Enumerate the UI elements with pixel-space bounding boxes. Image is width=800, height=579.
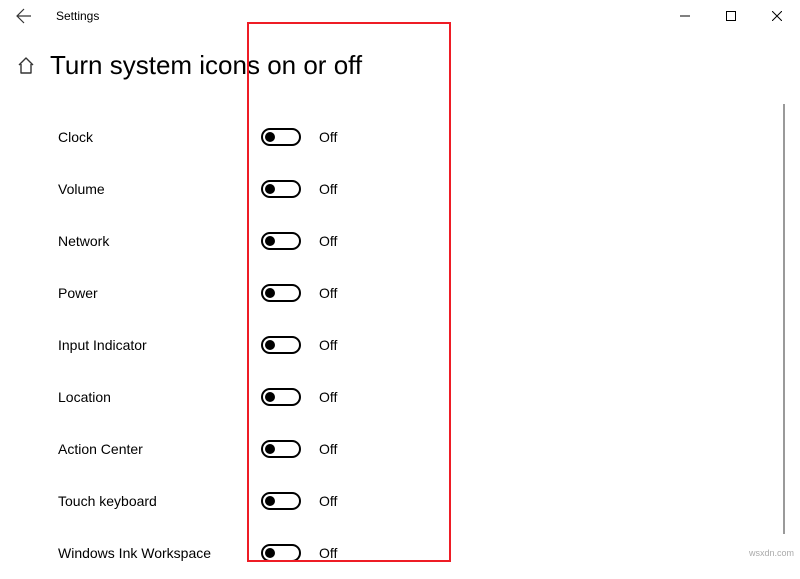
- toggle-touch-keyboard[interactable]: [261, 492, 301, 510]
- toggle-action-center[interactable]: [261, 440, 301, 458]
- toggle-knob: [265, 132, 275, 142]
- toggle-knob: [265, 444, 275, 454]
- scrollbar[interactable]: [783, 104, 785, 534]
- toggle-state: Off: [319, 181, 337, 197]
- setting-label: Network: [58, 233, 248, 249]
- page-title: Turn system icons on or off: [50, 50, 362, 81]
- toggle-state: Off: [319, 389, 337, 405]
- toggle-knob: [265, 392, 275, 402]
- setting-label: Location: [58, 389, 248, 405]
- window-controls: [662, 0, 800, 32]
- toggle-knob: [265, 184, 275, 194]
- toggle-power[interactable]: [261, 284, 301, 302]
- toggle-state: Off: [319, 337, 337, 353]
- watermark: wsxdn.com: [749, 548, 794, 558]
- settings-list: Clock Off Volume Off Network Off Power O…: [0, 81, 800, 579]
- toggle-volume[interactable]: [261, 180, 301, 198]
- toggle-input-indicator[interactable]: [261, 336, 301, 354]
- toggle-state: Off: [319, 545, 337, 561]
- setting-row: Touch keyboard Off: [58, 475, 800, 527]
- toggle-state: Off: [319, 233, 337, 249]
- toggle-clock[interactable]: [261, 128, 301, 146]
- setting-row: Clock Off: [58, 111, 800, 163]
- setting-label: Input Indicator: [58, 337, 248, 353]
- toggle-knob: [265, 548, 275, 558]
- page-header: Turn system icons on or off: [0, 32, 800, 81]
- minimize-button[interactable]: [662, 0, 708, 32]
- toggle-state: Off: [319, 441, 337, 457]
- setting-label: Touch keyboard: [58, 493, 248, 509]
- toggle-location[interactable]: [261, 388, 301, 406]
- setting-label: Volume: [58, 181, 248, 197]
- setting-row: Location Off: [58, 371, 800, 423]
- maximize-button[interactable]: [708, 0, 754, 32]
- close-button[interactable]: [754, 0, 800, 32]
- setting-label: Action Center: [58, 441, 248, 457]
- toggle-windows-ink[interactable]: [261, 544, 301, 562]
- back-button[interactable]: [8, 0, 40, 32]
- toggle-knob: [265, 340, 275, 350]
- titlebar: Settings: [0, 0, 800, 32]
- toggle-knob: [265, 288, 275, 298]
- setting-row: Input Indicator Off: [58, 319, 800, 371]
- toggle-state: Off: [319, 285, 337, 301]
- setting-row: Action Center Off: [58, 423, 800, 475]
- setting-row: Volume Off: [58, 163, 800, 215]
- toggle-network[interactable]: [261, 232, 301, 250]
- setting-row: Network Off: [58, 215, 800, 267]
- setting-row: Power Off: [58, 267, 800, 319]
- setting-label: Clock: [58, 129, 248, 145]
- toggle-knob: [265, 236, 275, 246]
- setting-row: Windows Ink Workspace Off: [58, 527, 800, 579]
- toggle-state: Off: [319, 493, 337, 509]
- back-arrow-icon: [16, 8, 32, 24]
- window-title: Settings: [56, 9, 99, 23]
- setting-label: Power: [58, 285, 248, 301]
- home-icon[interactable]: [16, 56, 36, 76]
- toggle-knob: [265, 496, 275, 506]
- toggle-state: Off: [319, 129, 337, 145]
- setting-label: Windows Ink Workspace: [58, 545, 248, 561]
